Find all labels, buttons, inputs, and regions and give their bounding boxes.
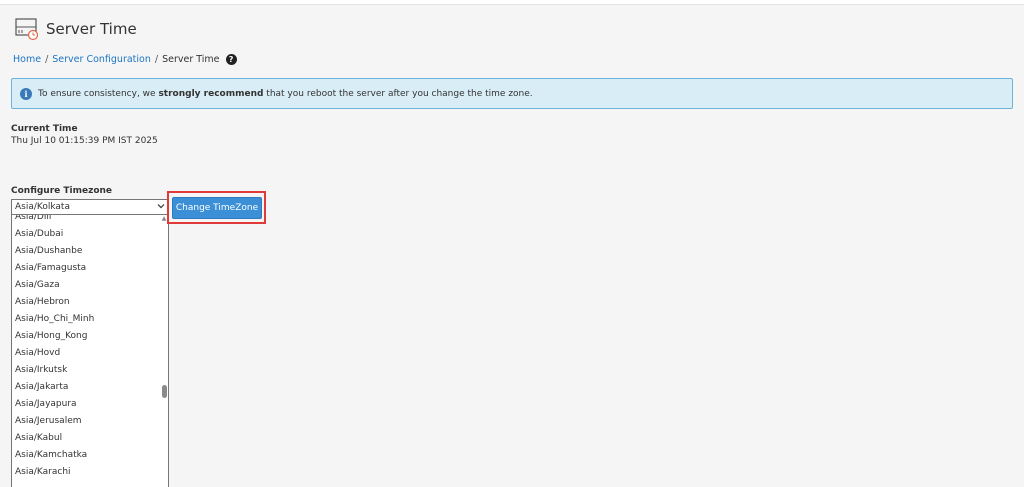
- scrollbar-thumb[interactable]: [162, 385, 167, 398]
- timezone-option[interactable]: Asia/Irkutsk: [12, 362, 162, 379]
- breadcrumb-home-link[interactable]: Home: [13, 54, 41, 65]
- timezone-option[interactable]: Asia/Ho_Chi_Minh: [12, 311, 162, 328]
- alert-text-bold: strongly recommend: [158, 88, 264, 99]
- timezone-option[interactable]: Asia/Kabul: [12, 430, 162, 447]
- breadcrumb-separator: /: [154, 53, 159, 65]
- breadcrumb-current: Server Time: [162, 53, 220, 65]
- change-timezone-button[interactable]: Change TimeZone: [172, 197, 262, 219]
- configure-timezone-label: Configure Timezone: [11, 186, 113, 196]
- timezone-option[interactable]: Asia/Kamchatka: [12, 447, 162, 464]
- timezone-option[interactable]: Asia/Jerusalem: [12, 413, 162, 430]
- alert-text-before: To ensure consistency, we: [38, 88, 159, 99]
- timezone-option[interactable]: Asia/Jakarta: [12, 379, 162, 396]
- info-icon: i: [20, 87, 32, 100]
- top-bar: [0, 0, 1024, 5]
- timezone-option[interactable]: Asia/Hovd: [12, 345, 162, 362]
- timezone-option[interactable]: Asia/Gaza: [12, 277, 162, 294]
- question-circle-icon[interactable]: ?: [225, 53, 237, 65]
- breadcrumb-server-configuration-link[interactable]: Server Configuration: [52, 54, 151, 65]
- timezone-select[interactable]: Asia/Kolkata: [11, 199, 169, 215]
- timezone-option[interactable]: Asia/Dubai: [12, 226, 162, 243]
- alert-text-after: that you reboot the server after you cha…: [263, 88, 533, 99]
- server-time-icon: [14, 16, 40, 42]
- alert-text: To ensure consistency, we strongly recom…: [38, 89, 533, 99]
- page-header: Server Time: [14, 16, 137, 42]
- timezone-option[interactable]: Asia/Jayapura: [12, 396, 162, 413]
- current-time-value: Thu Jul 10 01:15:39 PM IST 2025: [11, 136, 158, 146]
- breadcrumb: Home / Server Configuration / Server Tim…: [13, 51, 237, 67]
- timezone-option[interactable]: Asia/Dushanbe: [12, 243, 162, 260]
- current-time-label: Current Time: [11, 124, 78, 134]
- dropdown-scrollbar[interactable]: ▲: [160, 215, 168, 487]
- timezone-option[interactable]: Asia/Famagusta: [12, 260, 162, 277]
- timezone-options: Asia/Dili Asia/Dubai Asia/Dushanbe Asia/…: [12, 215, 162, 481]
- breadcrumb-separator: /: [45, 53, 49, 65]
- timezone-dropdown-list[interactable]: Asia/Dili Asia/Dubai Asia/Dushanbe Asia/…: [11, 215, 169, 487]
- timezone-option[interactable]: Asia/Karachi: [12, 464, 162, 481]
- info-alert: i To ensure consistency, we strongly rec…: [11, 78, 1013, 109]
- page-title: Server Time: [46, 20, 137, 38]
- timezone-option[interactable]: Asia/Hebron: [12, 294, 162, 311]
- timezone-option[interactable]: Asia/Dili: [12, 215, 162, 226]
- chevron-down-icon: [157, 202, 165, 213]
- timezone-selected-value: Asia/Kolkata: [15, 202, 70, 212]
- timezone-option[interactable]: Asia/Hong_Kong: [12, 328, 162, 345]
